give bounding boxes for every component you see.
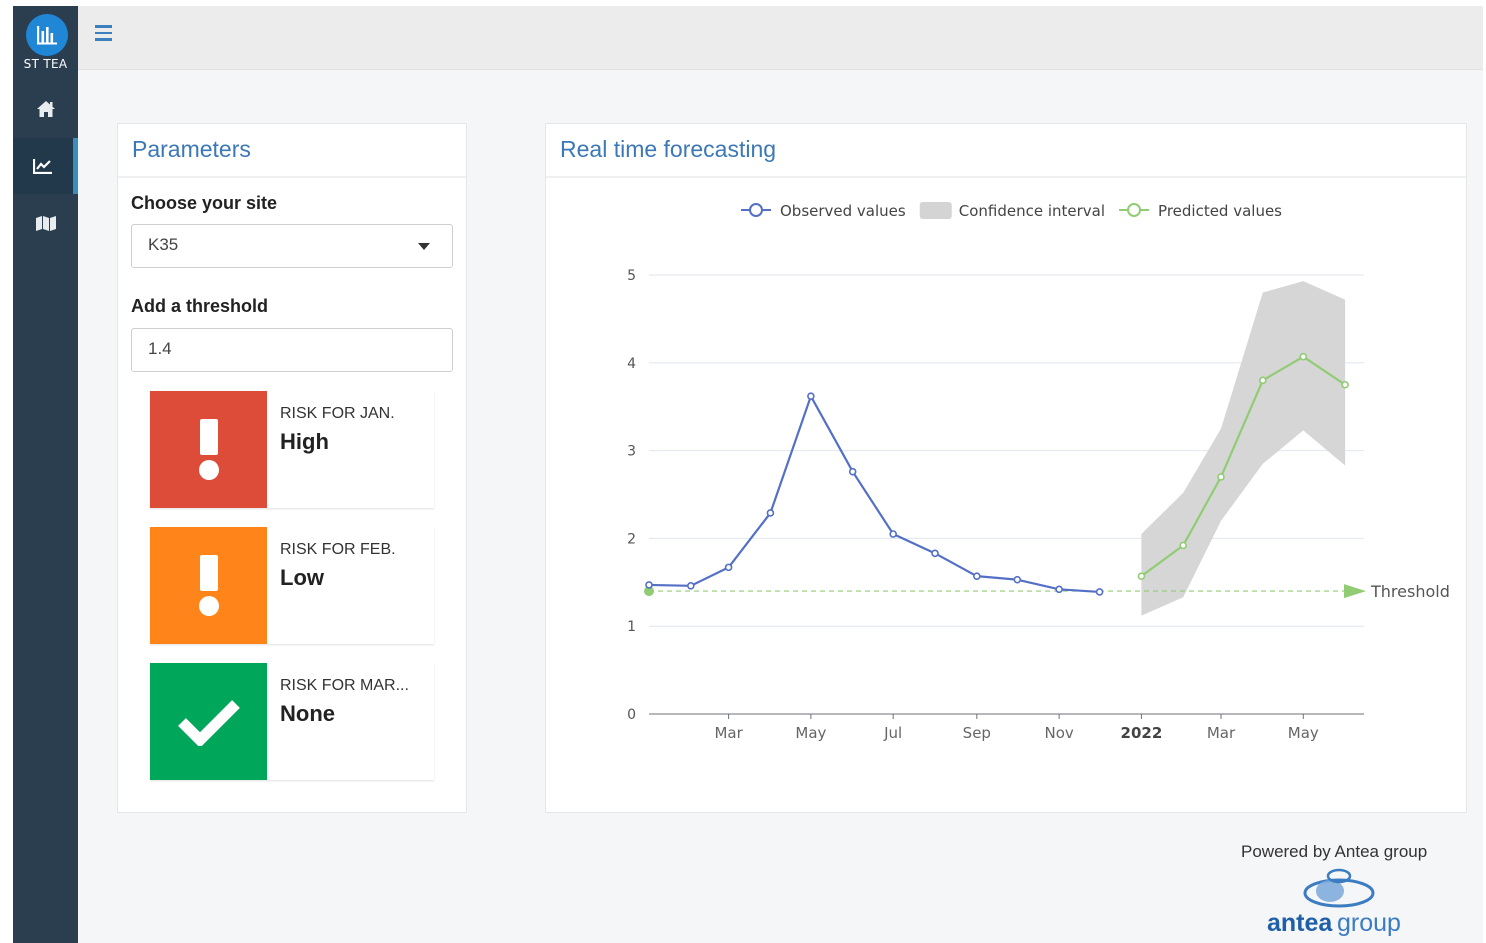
data-point [973,572,981,580]
site-select[interactable]: K35 [131,224,453,268]
top-bar [78,6,1483,70]
threshold-input[interactable]: 1.4 [131,328,453,372]
data-point [1013,575,1022,584]
app-logo[interactable]: ST TEA [13,6,78,78]
site-label: Choose your site [131,193,278,213]
series-line [648,393,1100,594]
y-tick-label: 3 [627,444,636,460]
forecast-panel: Real time forecasting 0 1 2 3 4 5 Mar May Jul Sep… [545,123,1467,813]
data-point [1055,585,1063,594]
x-tick-label: Jul [883,724,902,742]
data-point [931,549,939,558]
risk-label: Risk for Feb. [280,541,396,558]
risk-value: Low [280,565,324,590]
data-point [687,582,695,590]
data-point [1299,352,1308,361]
y-tick-label: 5 [627,268,636,284]
forecast-header: Real time forecasting [546,124,1466,178]
risk-label: Risk for Jan. [280,405,395,422]
site-select-value: K35 [148,235,179,254]
home-icon [36,101,55,117]
y-tick-label: 0 [627,707,636,723]
data-point [766,509,775,517]
risk-value: High [280,429,329,454]
brand-label: ST TEA [23,57,68,71]
risk-box-jan: Risk for Jan. High [150,391,434,508]
legend-label: Predicted values [1158,202,1282,220]
parameters-panel: Parameters Choose your site K35 Add a th… [117,123,467,813]
data-point [1341,380,1349,389]
data-point [724,563,733,572]
legend-marker-icon [1127,203,1142,217]
legend-marker-icon [749,203,763,217]
y-tick-label: 2 [627,531,636,547]
threshold-arrow-icon [1344,584,1366,599]
threshold-label: Add a threshold [131,296,269,316]
map-icon [35,216,56,231]
parameters-title: Parameters [132,136,251,162]
risk-box-feb: Risk for Feb. Low [150,527,434,644]
powered-by-text: Powered by Antea group [1241,842,1428,861]
sidebar: ST TEA [13,6,78,943]
x-tick-label: May [795,724,826,742]
x-tick-label: Mar [714,724,743,742]
sidebar-item-forecast[interactable] [13,138,78,194]
x-tick-label: Sep [963,724,991,742]
logo-text-antea: antea [1267,909,1333,937]
data-point [1137,572,1146,580]
x-tick-label: May [1288,724,1319,742]
x-tick-label: Mar [1207,724,1236,742]
threshold-label: Threshold [1370,582,1450,601]
sidebar-item-home[interactable] [13,81,78,137]
check-icon [150,663,267,780]
line-chart-icon [33,159,52,174]
logo-text-group: group [1337,909,1401,937]
y-tick-label: 1 [627,619,636,635]
sidebar-item-map[interactable] [13,195,78,251]
app-frame: ST TEA Parameters Choose your site K35 A… [13,6,1483,943]
y-tick-label: 4 [627,356,636,372]
caret-down-icon [418,243,430,250]
legend-label: Confidence interval [959,202,1105,220]
data-point [1095,588,1104,596]
antea-group-logo: antea group [1267,868,1401,937]
data-point [807,392,815,400]
data-point [1259,376,1267,385]
forecast-title: Real time forecasting [560,136,777,162]
risk-label: Risk for Mar... [280,677,409,694]
data-point [1179,541,1188,550]
forecast-chart[interactable]: 0 1 2 3 4 5 Mar May Jul Sep Nov 2022 Mar May Threshold… [546,180,1466,800]
data-point [889,530,897,538]
risk-value: None [280,701,335,726]
data-point [645,581,653,589]
risk-box-mar: Risk for Mar... None [150,663,434,780]
parameters-header: Parameters [118,124,466,178]
data-point [848,467,857,476]
exclamation-icon [150,391,267,508]
legend-area-icon [919,202,952,219]
confidence-interval-area [1141,281,1346,616]
x-tick-label: Nov [1044,724,1073,742]
x-tick-label: 2022 [1121,724,1163,742]
data-point [1217,473,1225,481]
exclamation-icon [150,527,267,644]
bar-chart-logo-icon [26,14,68,56]
legend-label: Observed values [780,202,906,220]
hamburger-icon[interactable] [95,25,115,47]
